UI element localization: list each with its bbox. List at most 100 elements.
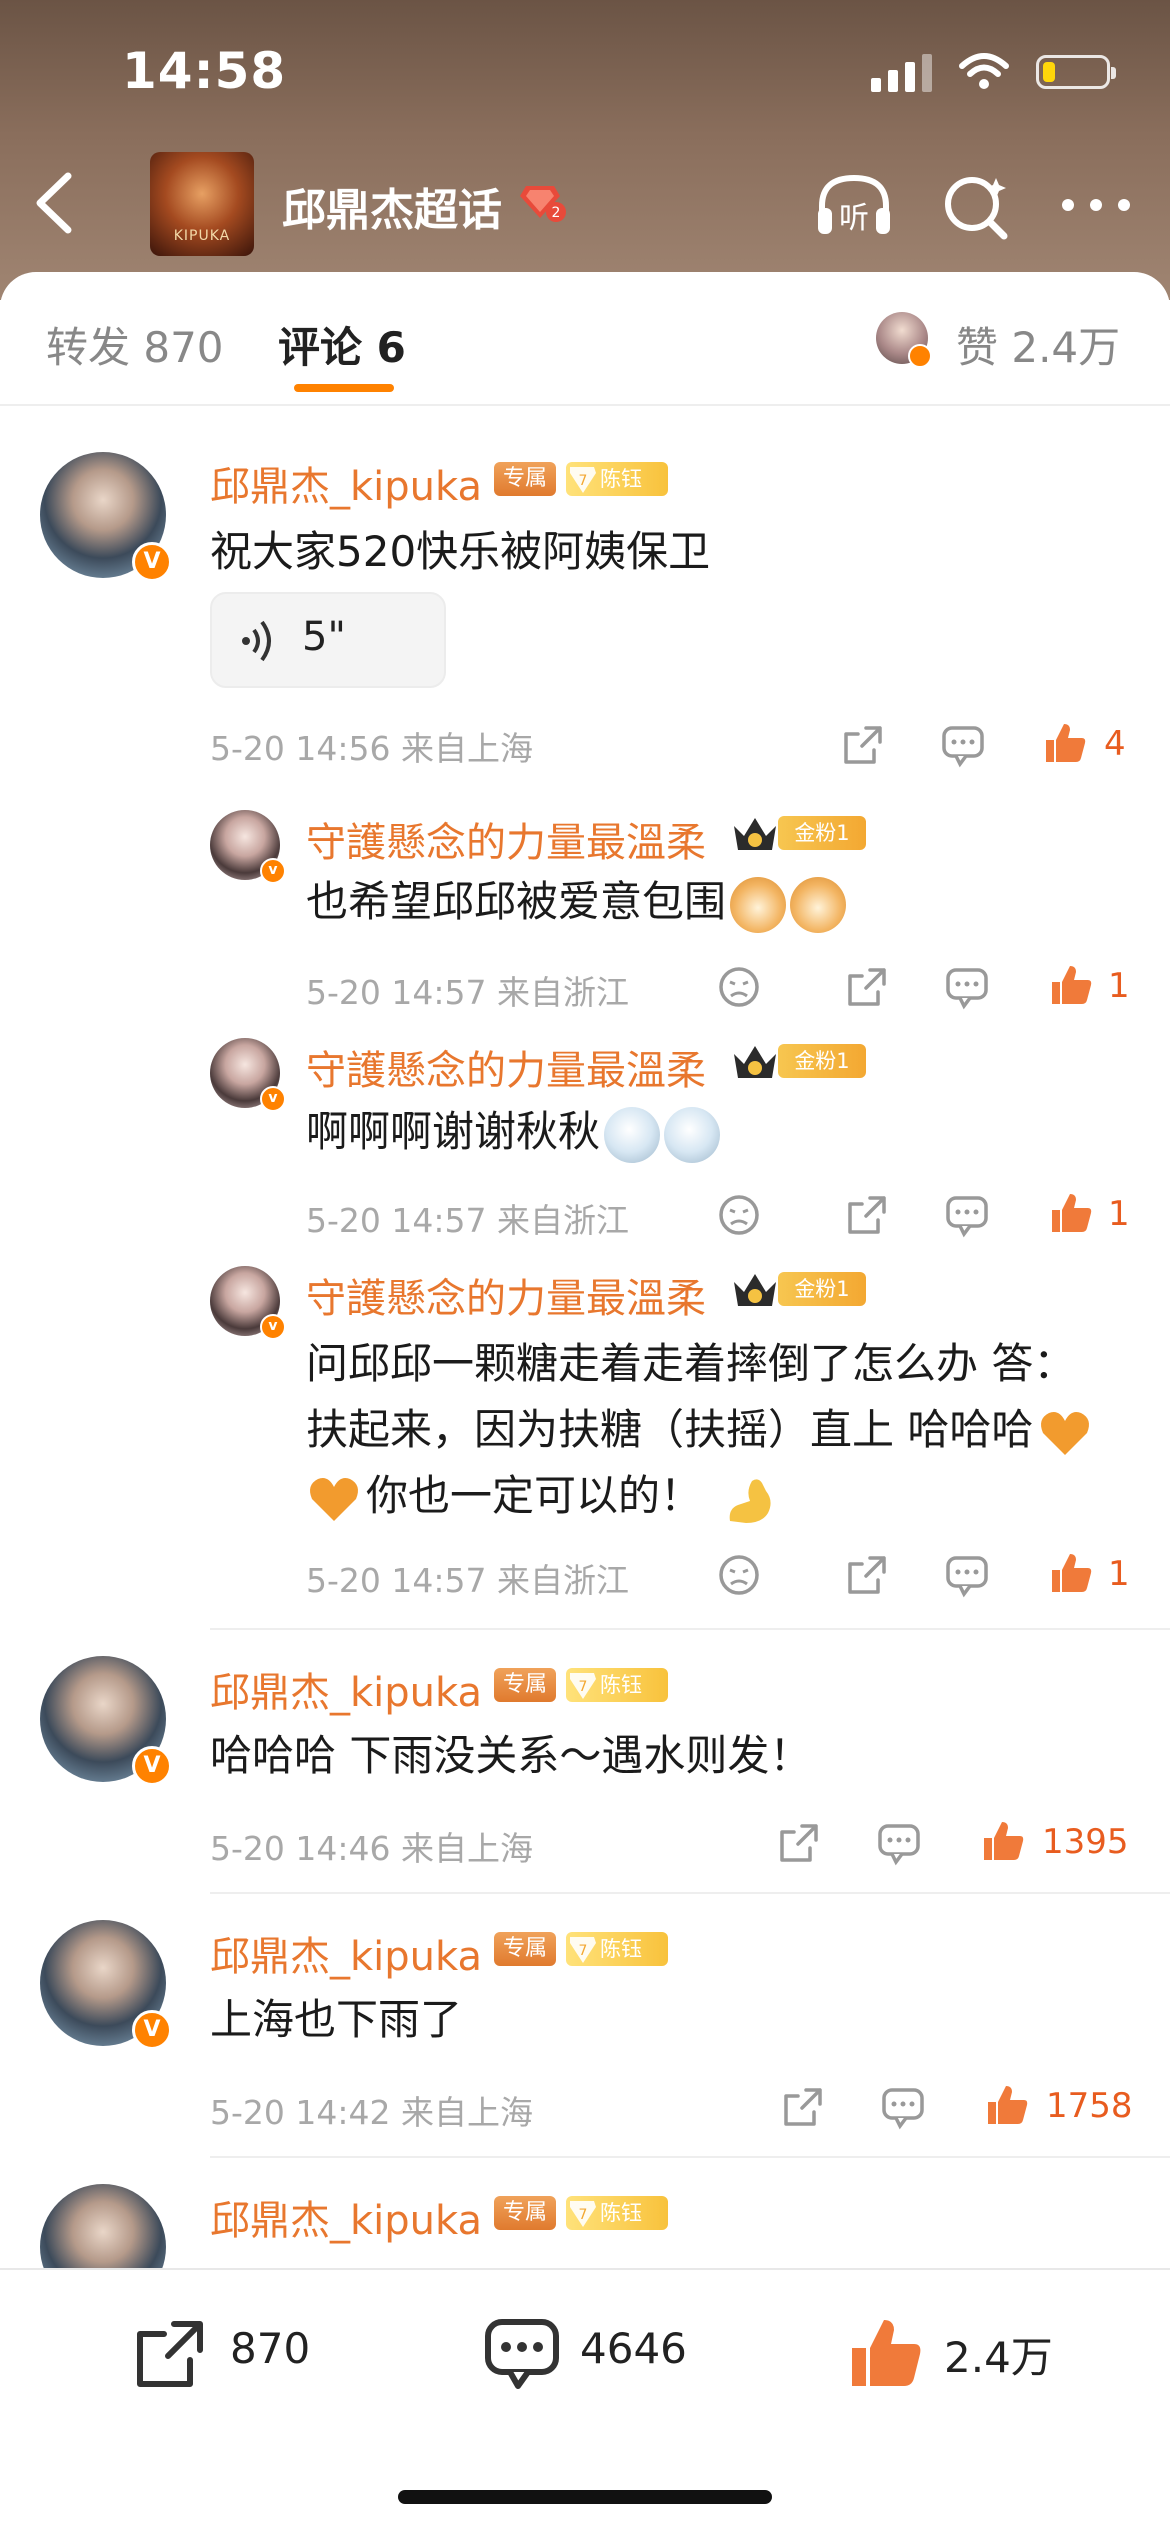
reply-avatar[interactable]: v: [210, 1266, 286, 1340]
gold-fan-badge: 金粉1: [778, 816, 866, 850]
like-icon[interactable]: [978, 1816, 1028, 1866]
reply-text: 啊啊啊谢谢秋秋: [306, 1100, 721, 1164]
reply-username[interactable]: 守護懸念的力量最溫柔: [306, 1266, 706, 1324]
fan-level-icon: 7: [570, 467, 596, 493]
voice-message[interactable]: 5": [210, 592, 446, 688]
topic-header: 14:58 KIPUKA 邱鼎杰超话 2 听: [0, 0, 1170, 300]
like-icon[interactable]: [1040, 718, 1090, 768]
flexed-biceps-emoji: [729, 1478, 771, 1523]
comment-icon[interactable]: [942, 1550, 992, 1600]
avatar[interactable]: V: [40, 452, 172, 582]
topic-title[interactable]: 邱鼎杰超话: [282, 174, 502, 238]
fan-level-icon: 7: [570, 1937, 596, 1963]
divider: [210, 1892, 1170, 1894]
fan-level-badge: 7 陈钰: [566, 1668, 668, 1702]
like-icon[interactable]: [846, 2314, 926, 2394]
home-indicator[interactable]: [398, 2490, 772, 2504]
exclusive-tag: 专属: [494, 2196, 556, 2230]
comment-text: 哈哈哈 下雨没关系～遇水则发！: [210, 1731, 812, 1780]
reply-meta: 5-20 14:57 来自浙江: [306, 1561, 629, 1600]
comment-icon[interactable]: [482, 2314, 562, 2394]
status-time: 14:58: [122, 42, 287, 100]
tab-like[interactable]: 赞 2.4万: [956, 314, 1120, 375]
topic-level-badge-icon: 2: [520, 186, 566, 222]
svg-text:听: 听: [839, 201, 869, 236]
comment-text: 上海也下雨了: [210, 1995, 463, 2044]
dislike-face-icon[interactable]: [714, 1550, 764, 1600]
comment-icon[interactable]: [878, 2082, 928, 2132]
like-icon[interactable]: [982, 2080, 1032, 2130]
reply-username[interactable]: 守護懸念的力量最溫柔: [306, 1038, 706, 1096]
orange-heart-emoji: [310, 1477, 358, 1521]
battery-icon: [1036, 55, 1116, 89]
comment-icon[interactable]: [942, 1190, 992, 1240]
comment-meta: 5-20 14:46 来自上海: [210, 1829, 533, 1868]
divider: [210, 1628, 1170, 1630]
like-icon[interactable]: [1046, 1188, 1096, 1238]
like-count: 1: [1108, 1554, 1130, 1594]
like-count[interactable]: 2.4万: [944, 2324, 1053, 2385]
share-icon[interactable]: [838, 720, 888, 770]
svg-text:7: 7: [579, 1679, 588, 1695]
like-count: 1395: [1042, 1822, 1129, 1862]
comment-icon[interactable]: [874, 1818, 924, 1868]
exclusive-tag: 专属: [494, 1668, 556, 1702]
search-icon[interactable]: [936, 168, 1016, 242]
svg-text:7: 7: [579, 2207, 588, 2223]
tab-repost[interactable]: 转发 870: [46, 314, 224, 375]
like-count: 1: [1108, 1194, 1130, 1234]
fan-level-badge: 7 陈钰: [566, 462, 668, 496]
comment-count[interactable]: 4646: [580, 2324, 687, 2373]
dislike-face-icon[interactable]: [714, 1190, 764, 1240]
comment-username[interactable]: 邱鼎杰_kipuka: [210, 1924, 482, 1982]
share-icon[interactable]: [842, 962, 892, 1012]
repost-icon[interactable]: [130, 2314, 210, 2394]
comment-username[interactable]: 邱鼎杰_kipuka: [210, 454, 482, 512]
reply-meta: 5-20 14:57 来自浙江: [306, 1201, 629, 1240]
gold-fan-badge: 金粉1: [778, 1272, 866, 1306]
dog-emoji: [790, 876, 847, 933]
bottom-action-bar: 870 4646 2.4万: [0, 2268, 1170, 2534]
like-count: 1758: [1046, 2086, 1133, 2126]
svg-text:7: 7: [579, 1943, 588, 1959]
like-icon[interactable]: [1046, 1548, 1096, 1598]
share-icon[interactable]: [842, 1190, 892, 1240]
status-icons: [871, 52, 1116, 92]
listen-icon[interactable]: 听: [814, 168, 894, 242]
bye-face-emoji: [604, 1106, 661, 1163]
signal-icon: [871, 52, 932, 92]
topic-thumbnail[interactable]: KIPUKA: [150, 152, 254, 256]
liker-avatar[interactable]: [876, 312, 932, 368]
comment-icon[interactable]: [942, 962, 992, 1012]
svg-text:7: 7: [579, 473, 588, 489]
crown-icon: [734, 818, 776, 850]
comment-username[interactable]: 邱鼎杰_kipuka: [210, 2188, 482, 2246]
avatar[interactable]: V: [40, 1656, 172, 1786]
back-icon[interactable]: [30, 168, 80, 238]
avatar[interactable]: V: [40, 1920, 172, 2050]
comment-username[interactable]: 邱鼎杰_kipuka: [210, 1660, 482, 1718]
like-count: 4: [1104, 724, 1126, 764]
share-icon[interactable]: [774, 1818, 824, 1868]
voice-duration: 5": [302, 614, 346, 660]
comment-text: 祝大家520快乐被阿姨保卫: [210, 527, 711, 576]
tab-bar: 转发 870 评论 6 赞 2.4万: [0, 272, 1170, 406]
reply-username[interactable]: 守護懸念的力量最溫柔: [306, 810, 706, 868]
reply-text-line3: 你也一定可以的！: [306, 1464, 778, 1528]
reply-avatar[interactable]: v: [210, 1038, 286, 1112]
more-icon[interactable]: [1056, 168, 1136, 242]
comment-meta: 5-20 14:56 来自上海: [210, 729, 533, 768]
share-icon[interactable]: [778, 2082, 828, 2132]
comment-icon[interactable]: [938, 720, 988, 770]
reply-text-line2: 扶起来，因为扶糖（扶摇）直上 哈哈哈: [306, 1398, 1093, 1462]
dog-emoji: [730, 876, 787, 933]
orange-heart-emoji: [1041, 1411, 1090, 1455]
crown-icon: [734, 1046, 776, 1078]
reply-avatar[interactable]: v: [210, 810, 286, 884]
like-icon[interactable]: [1046, 960, 1096, 1010]
tab-comment[interactable]: 评论 6: [278, 314, 406, 375]
dislike-face-icon[interactable]: [714, 962, 764, 1012]
share-icon[interactable]: [842, 1550, 892, 1600]
repost-count[interactable]: 870: [230, 2324, 310, 2373]
voice-wave-icon: [242, 620, 271, 662]
